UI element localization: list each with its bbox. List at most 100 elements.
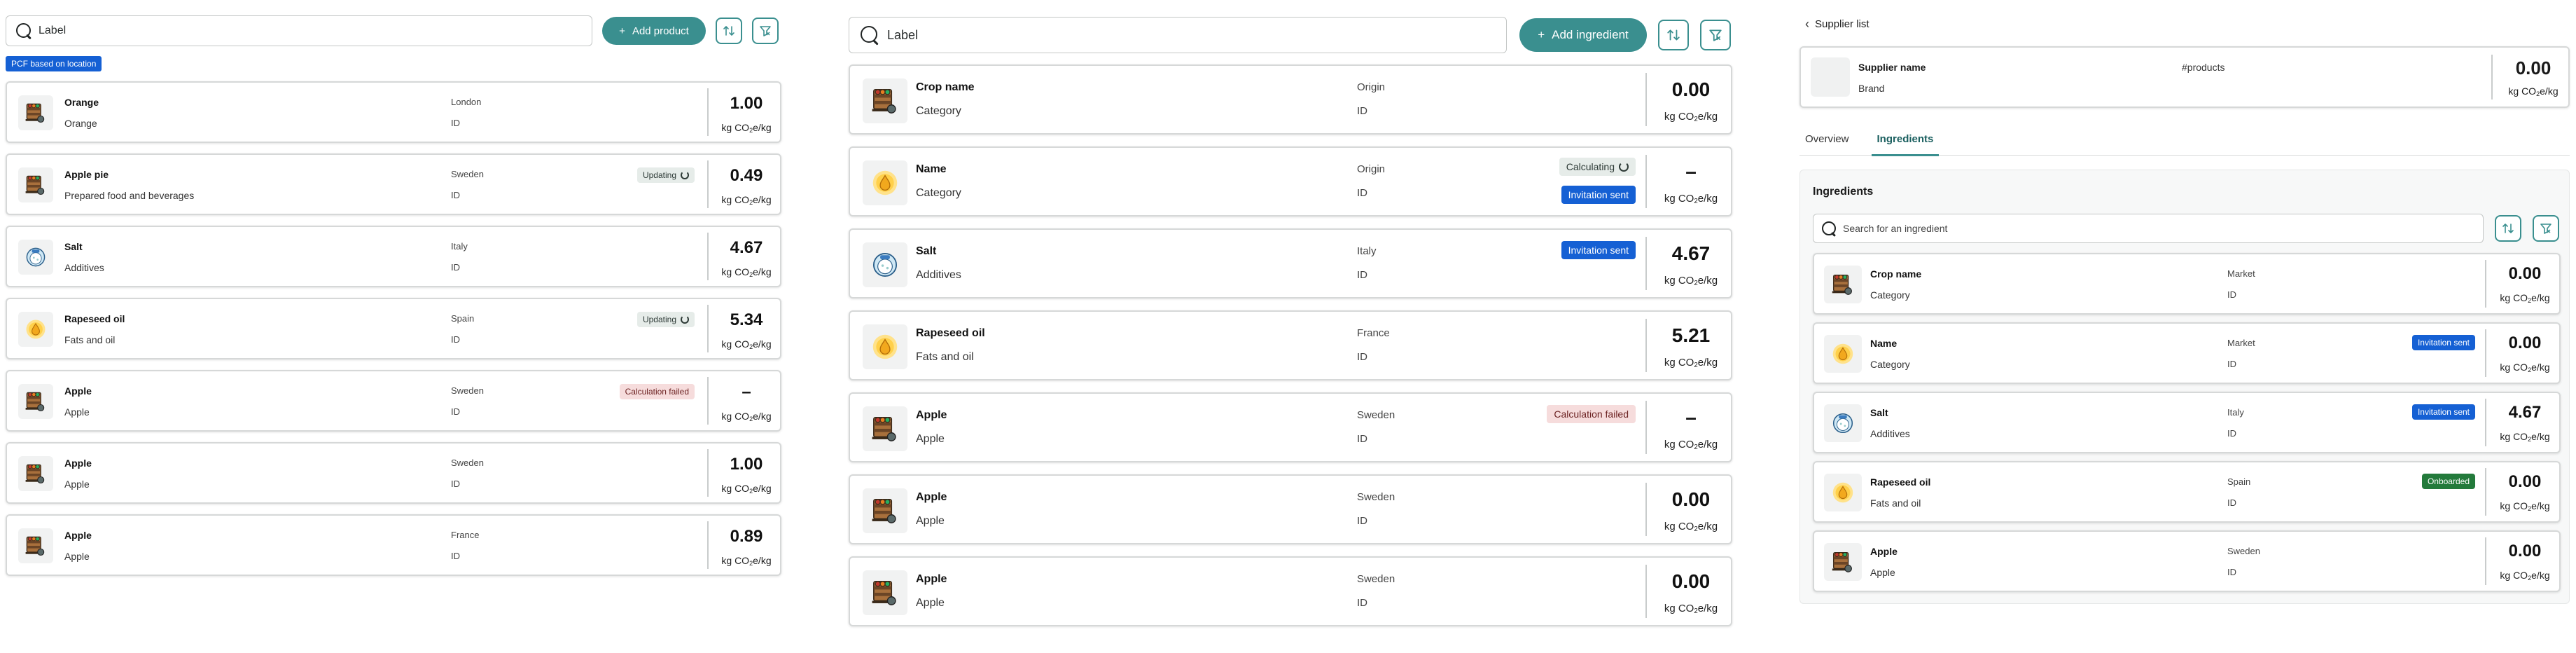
- item-location: Sweden: [1357, 409, 1395, 421]
- unit-prefix: kg CO: [1664, 111, 1694, 123]
- list-item[interactable]: Rapeseed oil Fats and oil France ID 5.21 kg C…: [849, 310, 1732, 380]
- item-name: Apple: [64, 385, 92, 397]
- pcf-value: 5.34: [730, 310, 763, 329]
- filter-button[interactable]: [2533, 215, 2559, 242]
- filter-button[interactable]: [1700, 20, 1731, 50]
- unit-suffix: e/kg: [753, 555, 772, 566]
- list-item[interactable]: Salt Additives Italy ID Invitation sent 4.67 k…: [1813, 392, 2561, 453]
- item-category: Additives: [916, 269, 961, 281]
- item-location: Origin: [1357, 81, 1386, 93]
- add-ingredient-button[interactable]: + Add ingredient: [1519, 18, 1647, 52]
- list-item[interactable]: Apple Apple Sweden ID Calculation failed – kg …: [6, 370, 781, 432]
- status-label: Updating: [642, 315, 676, 324]
- back-label: Supplier list: [1815, 18, 1870, 30]
- status-badge: Calculating: [1559, 158, 1636, 176]
- sort-button[interactable]: [2495, 215, 2521, 242]
- sort-button[interactable]: [716, 18, 742, 44]
- supplier-ingredient-search-input[interactable]: Search for an ingredient: [1813, 214, 2484, 243]
- pcf-value: 0.00: [2508, 264, 2542, 283]
- unit-suffix: e/kg: [2531, 431, 2550, 442]
- plus-icon: +: [1538, 28, 1545, 41]
- list-item[interactable]: Apple Apple Sweden ID 0.00 kg CO2e/kg: [849, 474, 1732, 544]
- crate-icon: [18, 95, 53, 130]
- unit-suffix: e/kg: [753, 194, 772, 205]
- item-name: Salt: [64, 241, 83, 252]
- pcf-unit: kg CO2e/kg: [713, 266, 780, 278]
- list-item[interactable]: Orange Orange London ID 1.00 kg CO2e/kg: [6, 81, 781, 143]
- status-badge: Invitation sent: [1561, 186, 1636, 204]
- pcf-unit: kg CO2e/kg: [2489, 500, 2561, 512]
- item-category: Additives: [1870, 428, 1910, 439]
- unit-suffix: e/kg: [2531, 292, 2550, 303]
- back-to-supplier-list[interactable]: ‹ Supplier list: [1805, 17, 1870, 32]
- item-category: Orange: [64, 118, 97, 129]
- crate-icon: [863, 570, 907, 615]
- list-item[interactable]: Name Category Origin ID Calculating Invitatio…: [849, 146, 1732, 216]
- list-item[interactable]: Apple pie Prepared food and beverages Swed…: [6, 153, 781, 215]
- list-item[interactable]: Crop name Category Origin ID 0.00 kg CO2e/kg: [849, 64, 1732, 135]
- status-badge: Updating: [636, 167, 695, 183]
- pcf-unit: kg CO2e/kg: [1650, 357, 1732, 369]
- filter-button[interactable]: [752, 18, 779, 44]
- pcf-unit: kg CO2e/kg: [1650, 521, 1732, 533]
- item-location: Origin: [1357, 163, 1386, 175]
- product-search-input[interactable]: Label: [6, 15, 592, 46]
- add-product-button[interactable]: + Add product: [602, 17, 706, 45]
- list-item[interactable]: Salt Additives Italy ID Invitation sent 4.67 k…: [849, 228, 1732, 298]
- list-item[interactable]: Crop name Category Market ID 0.00 kg CO2e/kg: [1813, 253, 2561, 315]
- item-name: Apple: [916, 573, 947, 585]
- pcf-unit: kg CO2e/kg: [713, 483, 780, 495]
- divider: [707, 88, 709, 136]
- sort-button[interactable]: [1658, 20, 1689, 50]
- unit-prefix: kg CO: [1664, 357, 1694, 369]
- status-badge: Updating: [636, 312, 695, 327]
- item-id: ID: [451, 262, 460, 273]
- item-category: Apple: [916, 597, 945, 609]
- unit-prefix: kg CO: [721, 122, 750, 133]
- item-location: Italy: [451, 241, 468, 252]
- tab-overview[interactable]: Overview: [1799, 126, 1855, 155]
- divider: [1645, 564, 1647, 619]
- refresh-icon: [681, 171, 689, 179]
- ingredients-toolbar: Label + Add ingredient: [849, 17, 1732, 53]
- divider: [2485, 468, 2486, 516]
- list-item[interactable]: Rapeseed oil Fats and oil Spain ID Onboarded…: [1813, 461, 2561, 523]
- pcf-unit: kg CO2e/kg: [2489, 292, 2561, 304]
- crate-icon: [863, 406, 907, 451]
- list-item[interactable]: Name Category Market ID Invitation sent 0.00 k…: [1813, 322, 2561, 384]
- ingredient-search-input[interactable]: Label: [849, 17, 1507, 53]
- item-category: Apple: [916, 515, 945, 527]
- unit-prefix: kg CO: [1664, 193, 1694, 205]
- status-badge: Calculation failed: [1547, 405, 1636, 423]
- item-name: Apple: [1870, 546, 1898, 557]
- item-category: Apple: [916, 433, 945, 445]
- pcf-value: 0.49: [730, 166, 763, 185]
- item-category: Apple: [64, 406, 90, 418]
- list-item[interactable]: Apple Apple France ID 0.89 kg CO2e/kg: [6, 514, 781, 576]
- unit-suffix: e/kg: [753, 483, 772, 494]
- item-id: ID: [1357, 515, 1367, 527]
- item-location: Sweden: [2227, 546, 2260, 556]
- status-badge: Invitation sent: [2411, 335, 2475, 350]
- tab-ingredients[interactable]: Ingredients: [1871, 126, 1940, 156]
- unit-suffix: e/kg: [753, 411, 772, 422]
- pcf-unit: kg CO2e/kg: [713, 338, 780, 350]
- list-item[interactable]: Apple Apple Sweden ID Calculation failed – kg …: [849, 392, 1732, 462]
- item-id: ID: [451, 118, 460, 128]
- pcf-unit: kg CO2e/kg: [2489, 362, 2561, 373]
- status-label: Invitation sent: [2417, 407, 2470, 417]
- list-item[interactable]: Apple Apple Sweden ID 1.00 kg CO2e/kg: [6, 442, 781, 504]
- item-location: London: [451, 97, 482, 107]
- sort-icon: [1667, 29, 1680, 41]
- item-name: Name: [1870, 338, 1898, 349]
- list-item[interactable]: Apple Apple Sweden ID 0.00 kg CO2e/kg: [849, 556, 1732, 626]
- divider: [2485, 399, 2486, 446]
- item-category: Category: [916, 187, 961, 199]
- unit-suffix: e/kg: [1697, 275, 1718, 287]
- list-item[interactable]: Salt Additives Italy ID 4.67 kg CO2e/kg: [6, 226, 781, 287]
- list-item[interactable]: Rapeseed oil Fats and oil Spain ID Updating 5…: [6, 298, 781, 359]
- pcf-unit: kg CO2e/kg: [2489, 570, 2561, 582]
- pcf-unit: kg CO2e/kg: [713, 122, 780, 134]
- list-item[interactable]: Apple Apple Sweden ID 0.00 kg CO2e/kg: [1813, 530, 2561, 592]
- salt-icon: [18, 240, 53, 275]
